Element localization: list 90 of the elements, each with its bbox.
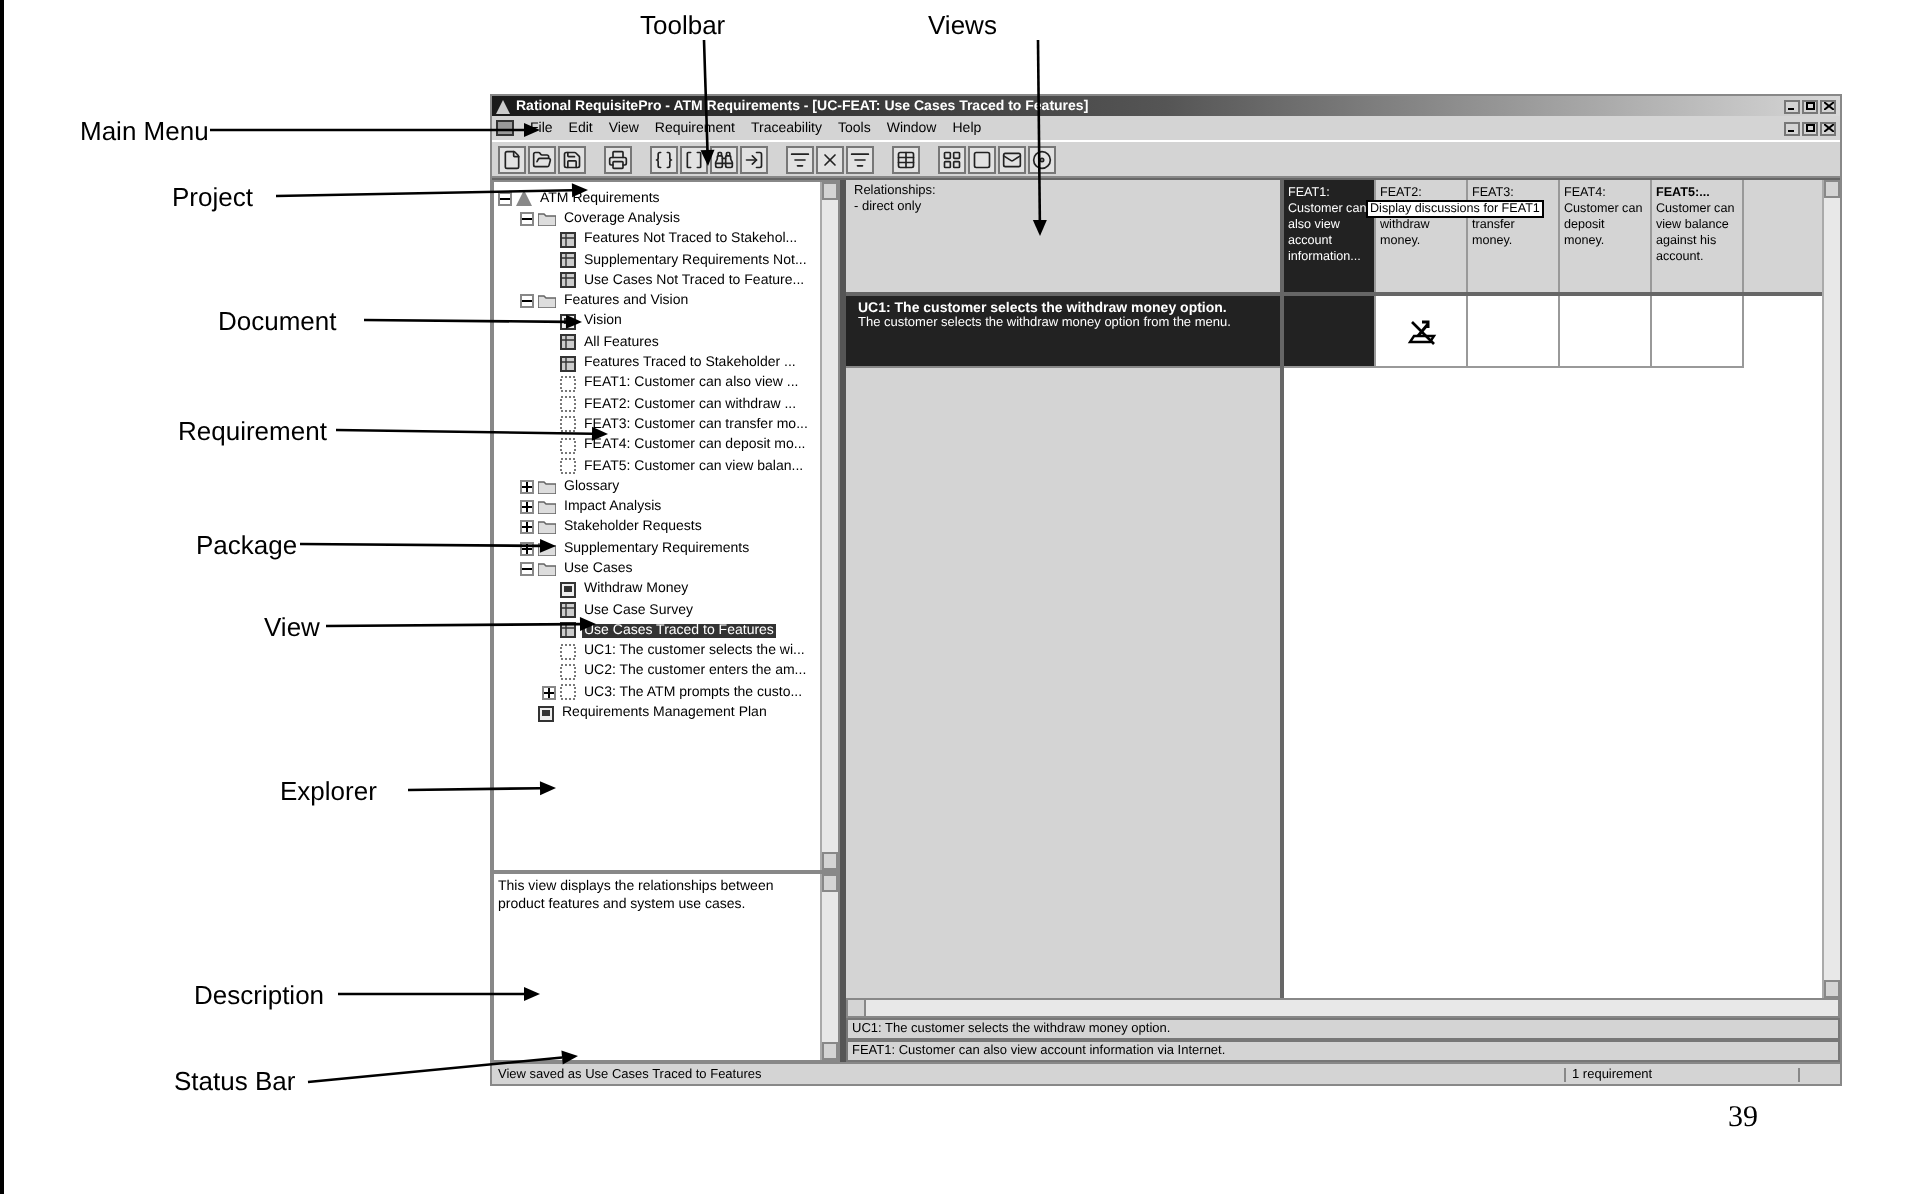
dashed-box-icon [560,458,576,474]
cross-button[interactable] [816,145,844,173]
braces-button[interactable] [650,145,678,173]
enter-button[interactable] [740,145,768,173]
pyramid-icon [516,190,532,207]
folder-icon [532,149,552,169]
braces-icon [654,149,674,169]
app-icon [496,99,510,113]
lines-button[interactable] [846,145,874,173]
cross-icon [820,149,840,169]
brackets-icon [684,149,704,169]
scrollbar[interactable] [846,998,1840,1018]
annotation-label: Description [194,980,325,1010]
table-icon [896,149,916,169]
close-button[interactable] [1820,99,1836,113]
brackets-button[interactable] [680,145,708,173]
grid-icon [560,272,576,289]
dashed-box-icon [560,437,576,454]
annotation-label: Requirement [178,416,327,446]
annotation-label: View [264,612,320,642]
minimize-button[interactable] [1784,121,1800,135]
new-file-button[interactable] [498,145,526,173]
restore-icon [1805,124,1815,132]
annotation-label: Document [218,306,337,336]
annotation-label: Toolbar [640,10,726,40]
envelope-icon [1002,149,1022,169]
matrix-cell[interactable] [1560,296,1652,368]
matrix-cell[interactable] [1468,296,1560,368]
table-button[interactable] [892,145,920,173]
lines-icon [850,149,870,169]
annotation-label: Explorer [280,776,377,806]
dashed-box-icon [560,663,576,680]
restore-icon [1805,102,1815,110]
expand-toggle[interactable] [520,479,534,494]
print-icon [608,149,628,169]
folder-icon [538,294,556,309]
enter-icon [744,149,764,169]
document-icon [560,581,576,598]
minimize-icon [1787,102,1797,110]
scrollbar[interactable] [820,874,838,1060]
suspect-link-icon [1405,317,1437,345]
filter-button[interactable] [786,145,814,173]
annotation-label: Main Menu [80,116,209,146]
new-file-icon [502,149,522,169]
save-button[interactable] [558,145,586,173]
matrix-cell[interactable] [1652,296,1744,368]
expand-toggle[interactable] [520,500,534,515]
collapse-toggle[interactable] [520,211,534,226]
matrix-cell[interactable] [1376,296,1468,368]
square-icon [972,149,992,169]
dashed-box-icon [560,684,576,701]
dashed-box-icon [560,416,576,433]
square-button[interactable] [968,145,996,173]
binoculars-icon [714,149,734,169]
save-icon [562,149,582,169]
filter-icon [790,149,810,169]
scrollbar[interactable] [1822,180,1840,998]
grid-icon [560,231,576,248]
dashed-box-icon [560,643,576,660]
grid-icon [560,602,576,619]
dashed-box-icon [560,375,576,392]
grid-icon [560,334,576,351]
matrix-cell[interactable] [1284,296,1376,368]
minimize-icon [1787,124,1797,132]
grid-icon [560,355,576,372]
close-icon [1823,124,1833,132]
annotation-label: Project [172,182,253,212]
expand-toggle[interactable] [520,520,534,535]
grid-icon [942,149,962,169]
envelope-button[interactable] [998,145,1026,173]
disc-icon [1032,149,1052,169]
close-icon [1823,102,1833,110]
folder-button[interactable] [528,145,556,173]
grid-button[interactable] [938,145,966,173]
expand-toggle[interactable] [542,685,556,700]
annotation-label: Views [928,10,997,40]
scrollbar[interactable] [820,182,838,870]
document-icon [538,705,554,722]
folder-icon [538,211,556,226]
print-button[interactable] [604,145,632,173]
collapse-toggle[interactable] [520,294,534,309]
binoculars-button[interactable] [710,145,738,173]
collapse-toggle[interactable] [520,561,534,576]
annotation-label: Package [196,530,298,560]
grid-icon [560,252,576,269]
minimize-button[interactable] [1784,99,1800,113]
close-button[interactable] [1820,121,1836,135]
page-number: 39 [1728,1102,1758,1136]
dashed-box-icon [560,396,576,413]
annotation-label: Status Bar [174,1066,296,1096]
